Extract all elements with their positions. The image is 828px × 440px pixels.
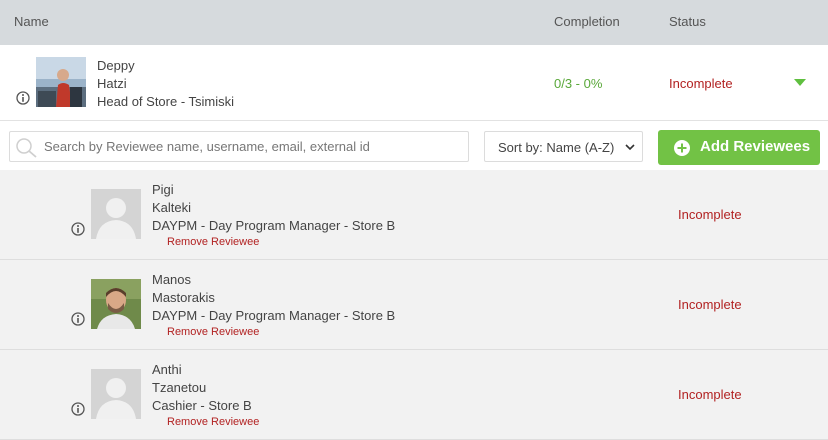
reviewee-row[interactable]: Anthi Tzanetou Cashier - Store B Remove … [0,350,828,440]
info-icon[interactable] [71,402,85,416]
remove-reviewee-link[interactable]: Remove Reviewee [167,236,259,248]
reviewer-avatar [36,57,86,107]
table-header: Name Completion Status [0,0,828,45]
reviewer-last-name: Hatzi [97,76,127,91]
search-input[interactable] [44,132,464,161]
default-avatar-icon [91,369,141,419]
search-icon [16,138,37,158]
reviewee-avatar [91,279,141,329]
reviewee-first-name: Manos [152,272,192,287]
reviewee-first-name: Anthi [152,362,182,377]
remove-reviewee-link[interactable]: Remove Reviewee [167,416,259,428]
sort-select[interactable]: Sort by: Name (A-Z) [484,131,643,162]
reviewee-toolbar: Sort by: Name (A-Z) Add Reviewees [0,121,828,170]
reviewee-role: DAYPM - Day Program Manager - Store B [152,308,396,323]
reviewer-completion: 0/3 - 0% [554,76,603,91]
reviewee-role: DAYPM - Day Program Manager - Store B [152,218,396,233]
reviewee-status: Incomplete [678,387,742,402]
reviewee-role: Cashier - Store B [152,398,252,413]
info-icon[interactable] [71,222,85,236]
reviewee-status: Incomplete [678,207,742,222]
sort-selected-label: Sort by: Name (A-Z) [498,140,615,155]
remove-reviewee-link[interactable]: Remove Reviewee [167,326,259,338]
chevron-down-icon [625,144,635,151]
reviewee-last-name: Kalteki [152,200,192,215]
expand-caret-icon[interactable] [794,79,806,86]
plus-circle-icon [674,140,690,156]
reviewer-role: Head of Store - Tsimiski [97,94,235,109]
default-avatar-icon [91,189,141,239]
column-header-name: Name [14,14,49,29]
reviewer-row[interactable]: Deppy Hatzi Head of Store - Tsimiski 0/3… [0,45,828,121]
search-box[interactable] [9,131,469,162]
reviewee-row[interactable]: Manos Mastorakis DAYPM - Day Program Man… [0,260,828,350]
reviewer-status: Incomplete [669,76,733,91]
column-header-completion: Completion [554,14,620,29]
add-reviewees-label: Add Reviewees [700,138,811,155]
reviewee-last-name: Tzanetou [152,380,207,395]
reviewee-last-name: Mastorakis [152,290,215,305]
reviewer-first-name: Deppy [97,58,135,73]
add-reviewees-button[interactable]: Add Reviewees [658,130,820,165]
reviewee-status: Incomplete [678,297,742,312]
info-icon[interactable] [71,312,85,326]
reviewee-row[interactable]: Pigi Kalteki DAYPM - Day Program Manager… [0,170,828,260]
column-header-status: Status [669,14,706,29]
reviewee-first-name: Pigi [152,182,174,197]
info-icon[interactable] [16,91,30,105]
